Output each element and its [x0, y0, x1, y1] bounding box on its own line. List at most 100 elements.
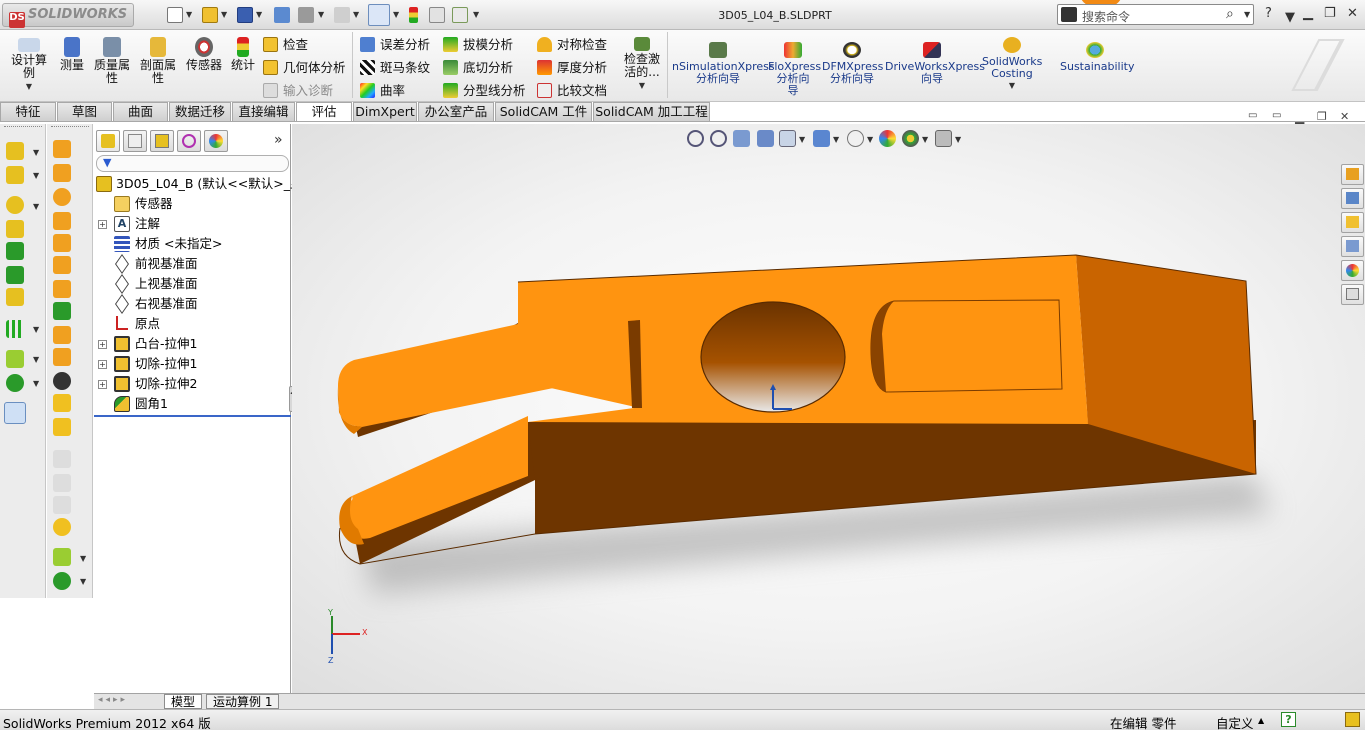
previous-view-icon[interactable] — [733, 130, 750, 147]
close-icon[interactable]: ✕ — [1347, 6, 1358, 21]
tab-surfaces[interactable]: 曲面 — [113, 102, 168, 122]
rebuild-icon[interactable] — [274, 7, 290, 23]
wrap-tool-icon[interactable] — [53, 256, 71, 274]
edit-appearance-icon[interactable] — [879, 130, 896, 147]
check-button[interactable]: 检查 — [263, 34, 308, 54]
pattern-tool-icon[interactable] — [6, 320, 24, 338]
feature-tree-tab[interactable] — [96, 130, 120, 152]
search-input[interactable]: 搜索命令 ⌕ ▼ — [1057, 4, 1254, 25]
draft-tool-icon[interactable] — [53, 212, 71, 230]
delete-body-icon[interactable] — [53, 372, 71, 390]
view-settings-icon[interactable] — [935, 130, 952, 147]
search-icon[interactable]: ⌕ — [1226, 6, 1234, 22]
move-body-icon[interactable] — [53, 394, 71, 412]
chevron-down-icon[interactable]: ▼ — [33, 325, 39, 334]
chevron-down-icon[interactable]: ▼ — [353, 10, 359, 19]
chevron-down-icon[interactable]: ▼ — [318, 10, 324, 19]
tab-scroll-arrows-icon[interactable]: ◂◂▸▸ — [98, 695, 128, 705]
surface-tool-icon[interactable] — [6, 242, 24, 260]
tree-filter[interactable]: ▼ — [96, 155, 289, 172]
viewport-close-icon[interactable]: ✕ — [1340, 110, 1349, 123]
instant-3d-toggle-icon[interactable] — [4, 402, 26, 424]
rollback-bar[interactable] — [94, 415, 291, 417]
tab-motion-study[interactable]: 运动算例 1 — [206, 694, 280, 709]
select-cursor-icon[interactable] — [368, 4, 390, 26]
undercut-analysis-button[interactable]: 底切分析 — [443, 57, 513, 77]
floxpress-button[interactable]: FloXpress 分析向 导 — [768, 42, 821, 97]
chevron-down-icon[interactable]: ▼ — [955, 135, 961, 144]
chevron-down-icon[interactable]: ▼ — [6, 80, 52, 93]
viewport-tile-icon[interactable]: ▭ — [1248, 110, 1257, 121]
curves-tool-icon[interactable] — [6, 374, 24, 392]
traffic-light-icon[interactable] — [409, 7, 418, 23]
options-icon[interactable] — [452, 7, 468, 23]
split-tool-icon[interactable] — [53, 326, 71, 344]
part-model-view[interactable] — [292, 124, 1365, 694]
expand-icon[interactable]: + — [98, 340, 107, 349]
import-diagnostics-button[interactable]: 输入诊断 — [263, 80, 333, 100]
viewport-restore-icon[interactable]: ❐ — [1317, 110, 1327, 123]
display-manager-tab[interactable] — [204, 130, 228, 152]
design-library-icon[interactable] — [1341, 188, 1364, 209]
mass-properties-button[interactable]: 质量属性 — [90, 33, 134, 85]
solidworks-resources-icon[interactable] — [1341, 164, 1364, 185]
flex-tool-icon[interactable] — [53, 302, 71, 320]
chevron-down-icon[interactable]: ▼ — [256, 10, 262, 19]
costing-button[interactable]: SolidWorks Costing ▼ — [982, 37, 1042, 92]
display-style-icon[interactable] — [813, 130, 830, 147]
chevron-down-icon[interactable]: ▼ — [922, 135, 928, 144]
apply-scene-icon[interactable] — [902, 130, 919, 147]
save-icon[interactable] — [237, 7, 253, 23]
expand-icon[interactable]: + — [98, 380, 107, 389]
view-palette-icon[interactable] — [1341, 236, 1364, 257]
geometry-analysis-button[interactable]: 几何体分析 — [263, 57, 346, 77]
simulationxpress-button[interactable]: nSimulationXpress 分析向导 — [672, 42, 775, 85]
disabled-tool-icon[interactable] — [53, 474, 71, 492]
sustainability-button[interactable]: Sustainability — [1060, 42, 1134, 73]
chamfer-tool-icon[interactable] — [53, 164, 71, 182]
parting-line-analysis-button[interactable]: 分型线分析 — [443, 80, 526, 100]
deviation-analysis-button[interactable]: 误差分析 — [360, 34, 430, 54]
intersect-tool-icon[interactable] — [53, 348, 71, 366]
section-properties-button[interactable]: 剖面属性 — [136, 33, 180, 85]
check-active-button[interactable]: 检查激活的... ▼ — [620, 33, 664, 92]
graphics-area[interactable]: Y X Z ▭ ▭ ▁ ❐ ✕ — [292, 110, 1365, 694]
chevron-down-icon[interactable]: ▼ — [1285, 10, 1295, 25]
dfmxpress-button[interactable]: DFMXpress 分析向导 — [822, 42, 883, 85]
disabled-tool-icon[interactable] — [53, 496, 71, 514]
revolve-tool-icon[interactable] — [6, 166, 24, 184]
curves-tool-icon[interactable] — [53, 572, 71, 590]
chevron-down-icon[interactable]: ▼ — [393, 10, 399, 19]
disabled-tool-icon[interactable] — [53, 450, 71, 468]
chevron-down-icon[interactable]: ▼ — [833, 135, 839, 144]
tab-data-migration[interactable]: 数据迁移 — [169, 102, 231, 122]
tab-sketch[interactable]: 草图 — [57, 102, 112, 122]
tab-office-products[interactable]: 办公室产品 — [418, 102, 494, 122]
viewport-tile2-icon[interactable]: ▭ — [1272, 110, 1281, 121]
rebuild-status-icon[interactable] — [1345, 712, 1360, 727]
compare-documents-button[interactable]: 比较文档 — [537, 80, 607, 100]
reference-geometry-icon[interactable] — [6, 350, 24, 368]
chevron-down-icon[interactable]: ▼ — [33, 171, 39, 180]
chevron-down-icon[interactable]: ▼ — [186, 10, 192, 19]
solidworks-logo[interactable]: DS SOLIDWORKS — [2, 3, 134, 28]
print-icon[interactable] — [298, 7, 314, 23]
chevron-down-icon[interactable]: ▼ — [33, 202, 39, 211]
surface-extrude-icon[interactable] — [6, 266, 24, 284]
symmetry-check-button[interactable]: 对称检查 — [537, 34, 607, 54]
quick-tips-icon[interactable]: ? — [1281, 712, 1296, 727]
dimxpert-manager-tab[interactable] — [177, 130, 201, 152]
reference-geometry-icon[interactable] — [53, 548, 71, 566]
sensor-button[interactable]: 传感器 — [184, 33, 224, 72]
chevron-down-icon[interactable]: ▼ — [80, 554, 86, 563]
viewport-minimize-icon[interactable]: ▁ — [1295, 110, 1304, 124]
hide-show-items-icon[interactable] — [847, 130, 864, 147]
chevron-down-icon[interactable]: ▼ — [1244, 10, 1250, 19]
tab-model[interactable]: 模型 — [164, 694, 203, 709]
tab-solidcam-stock[interactable]: SolidCAM 工件 — [495, 102, 592, 122]
chevron-down-icon[interactable]: ▼ — [33, 148, 39, 157]
design-study-button[interactable]: 设计算例 ▼ — [6, 33, 52, 93]
rib-tool-icon[interactable] — [53, 234, 71, 252]
zoom-to-fit-icon[interactable] — [687, 130, 704, 147]
instant3d-icon[interactable] — [6, 288, 24, 306]
